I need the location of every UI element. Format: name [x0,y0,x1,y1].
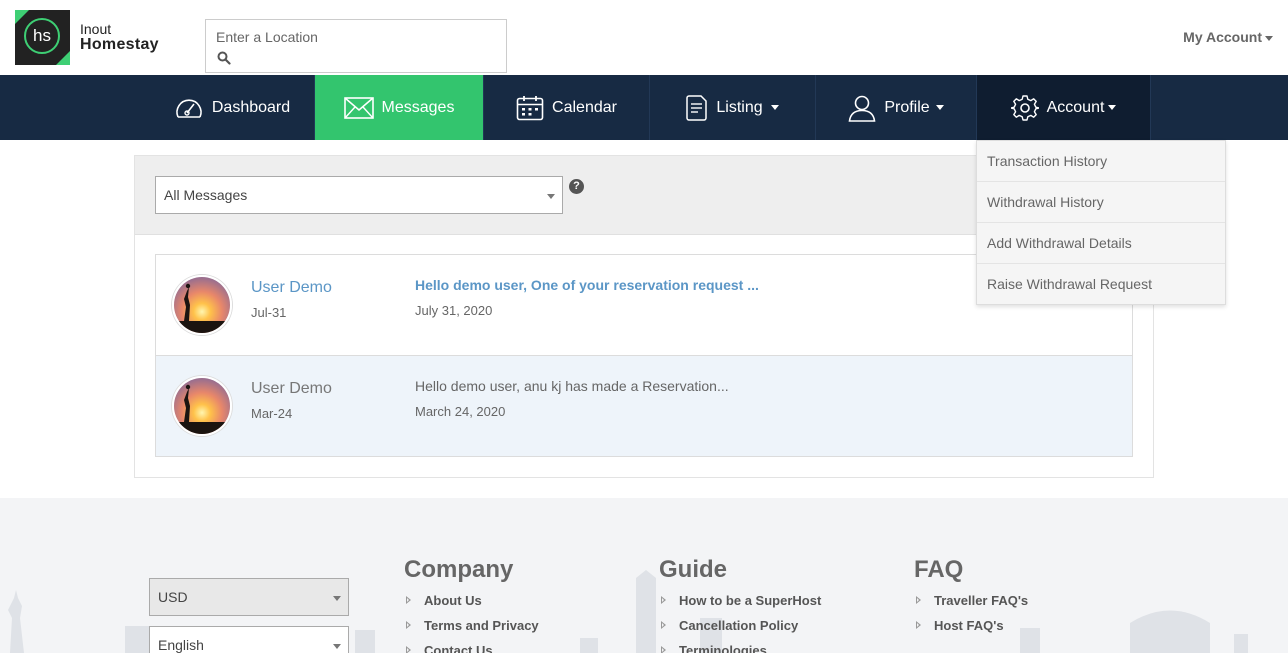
calendar-icon [516,95,544,120]
footer-link-traveller-faq[interactable]: Traveller FAQ's [914,593,1028,618]
nav-dashboard[interactable]: Dashboard [150,75,315,140]
search-icon[interactable] [217,51,231,65]
message-date: March 24, 2020 [415,404,506,419]
footer-column-guide: Guide How to be a SuperHost Cancellation… [659,556,821,653]
nav-listing-label: Listing [716,98,763,116]
nav-profile-label: Profile [884,98,930,116]
nav-account[interactable]: Account [977,75,1151,140]
footer-heading: FAQ [914,556,964,583]
message-date: July 31, 2020 [415,303,493,318]
message-short-date: Jul-31 [251,305,287,320]
location-search [205,19,507,73]
my-account-label: My Account [1183,29,1262,45]
caret-down-icon [770,105,779,110]
brand-name-top: Inout [80,21,112,37]
account-dropdown-menu: Transaction History Withdrawal History A… [976,140,1226,305]
nav-account-label: Account [1046,98,1105,116]
footer-link-host-faq[interactable]: Host FAQ's [914,618,1028,643]
language-value: English [158,637,204,653]
nav-listing[interactable]: Listing [650,75,816,140]
my-account-menu[interactable]: My Account [1183,29,1273,45]
location-search-input[interactable] [216,28,496,46]
caret-down-icon [1108,105,1117,110]
footer-heading: Guide [659,556,728,583]
speedometer-icon [176,98,202,118]
nav-calendar-label: Calendar [552,98,617,116]
nav-dashboard-label: Dashboard [211,98,291,116]
menu-item-withdrawal-history[interactable]: Withdrawal History [977,182,1225,223]
footer-column-company: Company About Us Terms and Privacy Conta… [404,556,539,653]
help-icon[interactable]: ? [569,179,584,194]
footer-link-cancellation[interactable]: Cancellation Policy [659,618,821,643]
caret-down-icon [1265,35,1273,41]
chevron-down-icon [547,194,555,199]
envelope-icon [343,96,374,119]
logo-initials: hs [24,18,60,54]
footer-link-superhost[interactable]: How to be a SuperHost [659,593,821,618]
message-preview[interactable]: Hello demo user, anu kj has made a Reser… [415,378,729,394]
message-preview[interactable]: Hello demo user, One of your reservation… [415,277,759,293]
avatar [172,376,232,436]
avatar [172,275,232,335]
chevron-down-icon [333,644,341,649]
footer-link-terminologies[interactable]: Terminologies [659,643,821,653]
brand-name-bottom: Homestay [80,36,159,53]
message-filter-value: All Messages [164,187,248,203]
caret-down-icon [935,105,944,110]
logo[interactable]: hs [15,10,70,65]
language-select[interactable]: English [149,626,349,653]
menu-item-transaction-history[interactable]: Transaction History [977,141,1225,182]
footer-link-about-us[interactable]: About Us [404,593,539,618]
nav-profile[interactable]: Profile [816,75,977,140]
gear-icon [1010,94,1039,121]
chevron-down-icon [333,596,341,601]
footer-column-faq: FAQ Traveller FAQ's Host FAQ's [914,556,1028,643]
sender-name[interactable]: User Demo [251,380,332,398]
message-filter-select[interactable]: All Messages [155,176,563,214]
sender-name[interactable]: User Demo [251,279,332,297]
nav-messages[interactable]: Messages [315,75,484,140]
user-icon [848,95,876,122]
nav-messages-label: Messages [381,98,455,116]
header: hs Inout Homestay My Account [0,0,1288,75]
main-nav: Dashboard Messages Calendar Listing Prof… [0,75,1288,140]
footer-link-contact[interactable]: Contact Us [404,643,539,653]
message-short-date: Mar-24 [251,406,293,421]
message-row[interactable]: User Demo Mar-24 Hello demo user, anu kj… [155,355,1133,457]
menu-item-add-withdrawal-details[interactable]: Add Withdrawal Details [977,223,1225,264]
currency-select[interactable]: USD [149,578,349,616]
footer-heading: Company [404,556,514,583]
footer-link-terms[interactable]: Terms and Privacy [404,618,539,643]
menu-item-raise-withdrawal-request[interactable]: Raise Withdrawal Request [977,264,1225,305]
footer: USD English Company About Us Terms and P… [0,498,1288,653]
document-icon [686,94,708,121]
currency-value: USD [158,589,188,605]
nav-calendar[interactable]: Calendar [484,75,650,140]
